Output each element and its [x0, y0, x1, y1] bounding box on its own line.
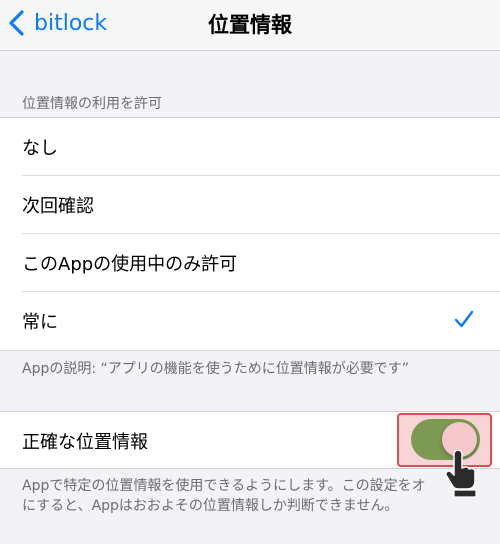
- precise-footer-line-2: にすると、Appはおおよその位置情報しか判断できません。: [22, 498, 399, 514]
- hand-pointer-icon: [445, 450, 477, 498]
- option-none[interactable]: なし: [0, 118, 500, 176]
- page-title: 位置情報: [208, 13, 292, 37]
- section-header-access: 位置情報の利用を許可: [22, 96, 162, 112]
- checkmark-icon: [454, 310, 474, 328]
- app-description: Appの説明: “アプリの機能を使うために位置情報が必要です”: [22, 361, 410, 377]
- option-label: このAppの使用中のみ許可: [22, 254, 238, 275]
- navigation-bar: bitlock 位置情報: [0, 0, 500, 51]
- option-label: 次回確認: [22, 196, 94, 217]
- option-label: 常に: [22, 312, 58, 333]
- option-always[interactable]: 常に: [0, 292, 500, 350]
- precise-location-description: Appで特定の位置情報を使用できるようにします。この設定をオ にすると、Appは…: [22, 476, 492, 516]
- access-options-group: なし 次回確認 このAppの使用中のみ許可 常に: [0, 117, 500, 351]
- option-ask-next-time[interactable]: 次回確認: [0, 176, 500, 234]
- option-while-using[interactable]: このAppの使用中のみ許可: [0, 234, 500, 292]
- precise-location-label: 正確な位置情報: [22, 432, 148, 453]
- option-label: なし: [22, 138, 58, 159]
- precise-footer-line-1: Appで特定の位置情報を使用できるようにします。この設定をオ: [22, 478, 426, 494]
